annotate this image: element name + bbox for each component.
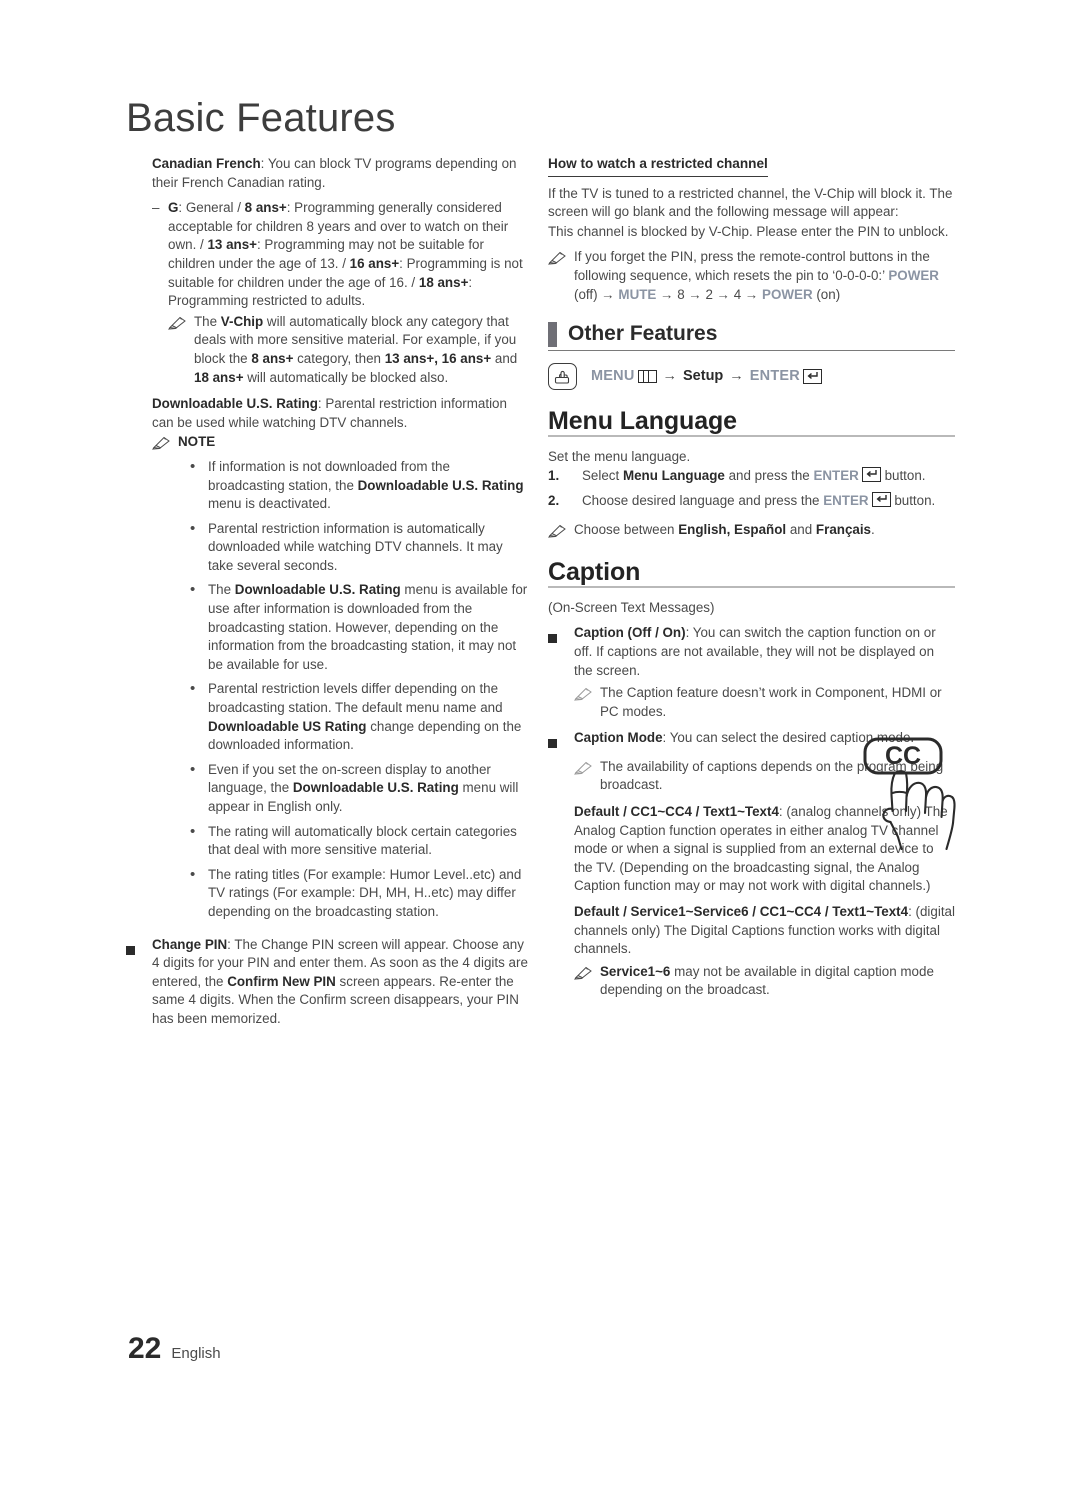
caption-onoff-row: Caption (Off / On): You can switch the c… (548, 624, 955, 680)
note-bullet-item: • Parental restriction levels differ depe… (190, 680, 530, 754)
pencil-icon (574, 684, 600, 705)
digital-caption-note-text: Service1~6 may not be available in digit… (600, 963, 934, 998)
pencil-icon (574, 758, 600, 779)
bullet-icon: • (190, 680, 196, 698)
note-bullet-item: • The rating will automatically block cer… (190, 823, 530, 860)
numbered-step: 1. Select Menu Language and press the ENT… (548, 467, 955, 486)
caption-heading: Caption (548, 560, 955, 588)
caption-onoff-note-text: The Caption feature doesn’t work in Comp… (600, 685, 942, 719)
section-bar-icon (548, 322, 557, 348)
dash-marker: – (152, 200, 160, 216)
step-number: 2. (548, 492, 560, 508)
rating-dash-text: G: General / 8 ans+: Programming general… (168, 200, 523, 309)
note-text: Parental restriction levels differ depen… (208, 681, 522, 753)
downloadable-rating-paragraph: Downloadable U.S. Rating: Parental restr… (152, 395, 530, 432)
note-text: Even if you set the on-screen display to… (208, 761, 519, 814)
caption-subtitle: (On-Screen Text Messages) (548, 599, 715, 615)
path-arrow-2: → (729, 368, 744, 385)
hand-press-icon (548, 363, 577, 391)
note-text: The Downloadable U.S. Rating menu is ava… (208, 582, 528, 672)
canadian-french-label: Canadian French (152, 156, 261, 171)
canadian-french-paragraph: Canadian French: You can block TV progra… (152, 155, 530, 192)
menu-language-note-row: Choose between English, Español and Fran… (548, 521, 955, 542)
restricted-channel-heading: How to watch a restricted channel (548, 155, 768, 177)
menu-strip-icon (637, 370, 657, 384)
digital-caption-block: Default / Service1~Service6 / CC1~CC4 / … (574, 904, 955, 957)
pin-reset-note-row: If you forget the PIN, press the remote-… (548, 248, 955, 304)
menu-language-note-text: Choose between English, Español and Fran… (574, 521, 875, 537)
cc-button-illustration: CC (862, 735, 962, 851)
bullet-icon: • (190, 581, 196, 599)
bullet-icon: • (190, 519, 196, 537)
page-number: 22 (128, 1332, 162, 1365)
step-text: Select Menu Language and press the ENTER… (582, 467, 926, 484)
note-bullet-item: • Even if you set the on-screen display t… (190, 761, 530, 817)
enter-return-icon (861, 467, 881, 483)
page-language: English (171, 1345, 221, 1362)
note-bullet-item: • The Downloadable U.S. Rating menu is av… (190, 581, 530, 674)
bullet-icon: • (190, 760, 196, 778)
restricted-channel-paragraph-1: If the TV is tuned to a restricted chann… (548, 185, 953, 220)
square-bullet-icon (126, 936, 152, 961)
menu-language-intro: Set the menu language. (548, 448, 691, 464)
enter-return-icon (802, 369, 822, 385)
enter-return-icon (871, 491, 891, 507)
manual-page: Basic Features Canadian French: You can … (0, 0, 1080, 1494)
menu-key-label: MENU (591, 368, 635, 385)
pencil-icon (152, 433, 178, 454)
pencil-icon (574, 963, 600, 984)
page-footer: 22 English (128, 1332, 221, 1366)
pencil-icon (548, 521, 574, 542)
menu-path: MENU → Setup → ENTER (548, 363, 955, 391)
note-bullet-list: • If information is not downloaded from t… (152, 458, 530, 922)
path-arrow-1: → (662, 368, 678, 385)
square-bullet-icon (548, 729, 574, 754)
left-column: Canadian French: You can block TV progra… (126, 155, 530, 1029)
menu-language-heading: Menu Language (548, 409, 955, 437)
step-text: Choose desired language and press the EN… (582, 491, 936, 508)
restricted-channel-paragraph-2: This channel is blocked by V-Chip. Pleas… (548, 223, 949, 239)
pencil-icon (168, 313, 194, 334)
rating-dash-item: – G: General / 8 ans+: Programming gener… (152, 199, 530, 311)
change-pin-text: Change PIN: The Change PIN screen will a… (152, 936, 528, 1026)
step-number: 1. (548, 468, 560, 484)
bullet-icon: • (190, 822, 196, 840)
note-label: NOTE (178, 434, 216, 450)
right-column: How to watch a restricted channel If the… (548, 155, 955, 1000)
pencil-icon (548, 248, 574, 269)
bullet-icon: • (190, 865, 196, 883)
other-features-heading: Other Features (548, 322, 955, 352)
bullet-icon: • (190, 457, 196, 475)
setup-label: Setup (683, 368, 724, 385)
note-bullet-item: • Parental restriction information is aut… (190, 520, 530, 576)
pin-reset-note-text: If you forget the PIN, press the remote-… (574, 249, 939, 302)
caption-onoff-note-row: The Caption feature doesn’t work in Comp… (574, 684, 955, 721)
other-features-heading-text: Other Features (568, 322, 718, 346)
note-heading-row: NOTE (152, 433, 530, 454)
note-bullet-item: • The rating titles (For example: Humor L… (190, 866, 530, 922)
note-bullet-item: • If information is not downloaded from t… (190, 458, 530, 514)
square-bullet-icon (548, 624, 574, 649)
enter-key-label: ENTER (749, 368, 800, 385)
change-pin-row: Change PIN: The Change PIN screen will a… (126, 936, 530, 1029)
downloadable-rating-label: Downloadable U.S. Rating (152, 396, 318, 412)
cc-label: CC (885, 742, 921, 770)
numbered-step: 2. Choose desired language and press the … (548, 491, 955, 511)
digital-caption-note-row: Service1~6 may not be available in digit… (574, 963, 955, 1000)
note-text: Parental restriction information is auto… (208, 520, 503, 573)
caption-onoff-text: Caption (Off / On): You can switch the c… (574, 625, 936, 678)
menu-language-steps: 1. Select Menu Language and press the ENT… (548, 467, 955, 510)
note-text: If information is not downloaded from th… (208, 458, 524, 512)
vchip-note-text: The V-Chip will automatically block any … (194, 313, 518, 385)
note-text: The rating titles (For example: Humor Le… (208, 866, 522, 919)
vchip-note-row: The V-Chip will automatically block any … (168, 313, 530, 387)
note-text: The rating will automatically block cert… (208, 823, 517, 858)
page-title: Basic Features (126, 96, 396, 140)
